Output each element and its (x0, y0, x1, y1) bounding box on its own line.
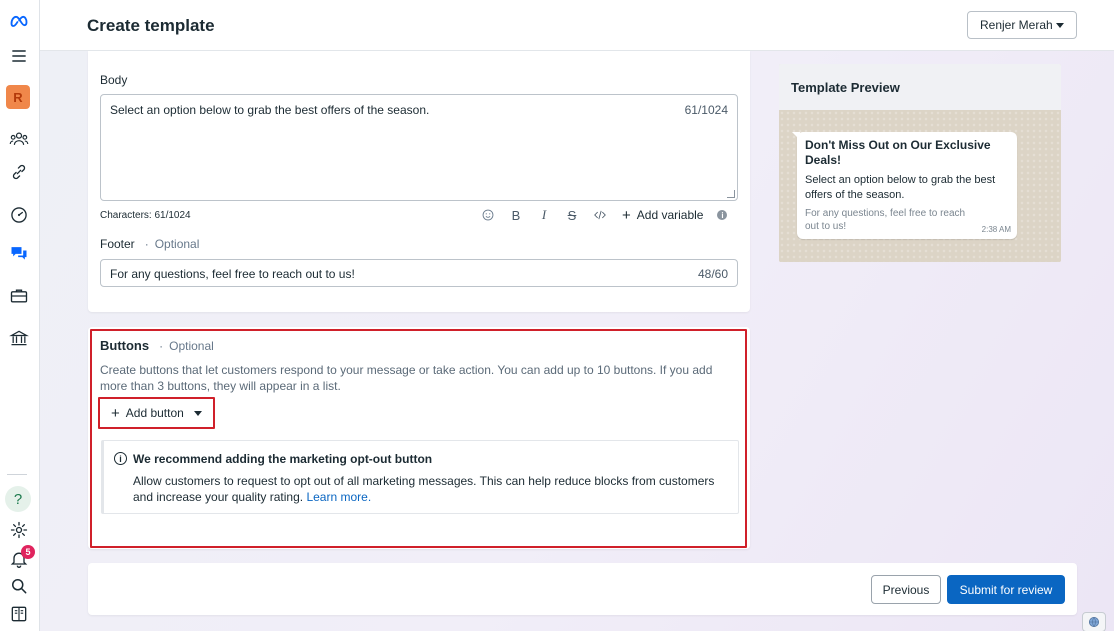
chevron-down-icon (193, 410, 202, 416)
add-button-dropdown[interactable]: + Add button (103, 402, 210, 424)
preview-title: Don't Miss Out on Our Exclusive Deals! (805, 138, 991, 167)
footer-label: Footer (100, 237, 135, 251)
top-bar: Create template Renjer Merah (40, 0, 1114, 51)
code-icon[interactable] (586, 205, 614, 225)
preview-footer: For any questions, feel free to reach ou… (805, 208, 966, 232)
left-rail: R ? 5 (0, 0, 40, 631)
footer-label-row: Footer · Optional (100, 237, 199, 251)
body-text: Select an option below to grab the best … (110, 103, 430, 117)
italic-button[interactable]: I (530, 205, 558, 225)
bubble-tail (792, 132, 800, 140)
gear-icon[interactable] (8, 519, 30, 541)
resize-handle-icon[interactable] (727, 190, 735, 198)
message-bubble: Don't Miss Out on Our Exclusive Deals! S… (792, 132, 1017, 239)
buttons-card: Buttons · Optional Create buttons that l… (88, 327, 750, 549)
separator-dot: · (144, 237, 149, 251)
bold-button[interactable]: B (502, 205, 530, 225)
template-preview: Template Preview Don't Miss Out on Our E… (779, 64, 1061, 262)
footer-text: For any questions, feel free to reach ou… (110, 267, 355, 281)
chevron-down-icon (1056, 23, 1064, 28)
link-icon[interactable] (8, 161, 30, 183)
add-button-highlight: + Add button (98, 397, 215, 429)
notification-badge: 5 (21, 545, 35, 559)
footer-char-counter: 48/60 (697, 267, 728, 281)
page-title: Create template (87, 16, 215, 35)
body-label: Body (100, 73, 128, 87)
account-selector[interactable]: Renjer Merah (967, 11, 1077, 39)
recommendation-title: We recommend adding the marketing opt-ou… (133, 452, 433, 466)
briefcase-icon[interactable] (8, 285, 30, 307)
buttons-description: Create buttons that let customers respon… (100, 363, 713, 393)
learn-more-link[interactable]: Learn more. (306, 490, 371, 504)
submit-for-review-button[interactable]: Submit for review (947, 575, 1065, 604)
add-variable-button[interactable]: + Add variable (622, 207, 703, 224)
account-name: Renjer Merah (980, 18, 1053, 32)
buttons-title: Buttons (100, 338, 150, 353)
preview-heading: Template Preview (779, 64, 1061, 110)
buttons-optional: Optional (169, 338, 214, 353)
previous-button[interactable]: Previous (871, 575, 941, 604)
search-icon[interactable] (8, 575, 30, 597)
add-variable-label: Add variable (636, 208, 704, 222)
info-icon: i (114, 452, 127, 465)
body-textarea[interactable]: Select an option below to grab the best … (100, 94, 738, 201)
globe-icon[interactable] (1082, 612, 1106, 631)
preview-body: Select an option below to grab the best … (805, 174, 996, 201)
action-bar: Previous Submit for review (88, 563, 1077, 615)
recommendation-text: Allow customers to request to opt out of… (133, 473, 733, 505)
recommendation-body: Allow customers to request to opt out of… (133, 474, 715, 504)
bank-icon[interactable] (8, 327, 30, 349)
buttons-heading: Buttons · Optional (100, 338, 214, 353)
help-icon[interactable]: ? (5, 486, 31, 512)
template-content-card: Body Select an option below to grab the … (88, 51, 750, 312)
plus-icon: + (111, 404, 120, 422)
strikethrough-button[interactable]: S (558, 205, 586, 225)
dashboard-icon[interactable] (8, 204, 30, 226)
formatting-toolbar: B I S + Add variable i (474, 205, 728, 225)
people-icon[interactable] (8, 128, 30, 150)
recommendation-banner: i We recommend adding the marketing opt-… (101, 440, 739, 514)
footer-input[interactable]: For any questions, feel free to reach ou… (100, 259, 738, 287)
add-button-label: Add button (125, 406, 184, 420)
plus-icon: + (622, 206, 631, 224)
avatar[interactable]: R (6, 85, 30, 109)
rail-divider (7, 474, 27, 475)
characters-count: Characters: 61/1024 (100, 210, 191, 221)
menu-icon[interactable] (8, 45, 30, 67)
meta-logo-icon[interactable] (8, 10, 30, 32)
preview-timestamp: 2:38 AM (981, 225, 1011, 234)
info-icon[interactable]: i (717, 210, 728, 220)
separator-dot: · (159, 338, 164, 353)
chat-icon[interactable] (8, 242, 30, 264)
body-char-counter: 61/1024 (684, 103, 728, 117)
emoji-icon[interactable] (474, 205, 502, 225)
book-icon[interactable] (8, 603, 30, 625)
footer-optional: Optional (154, 237, 200, 251)
